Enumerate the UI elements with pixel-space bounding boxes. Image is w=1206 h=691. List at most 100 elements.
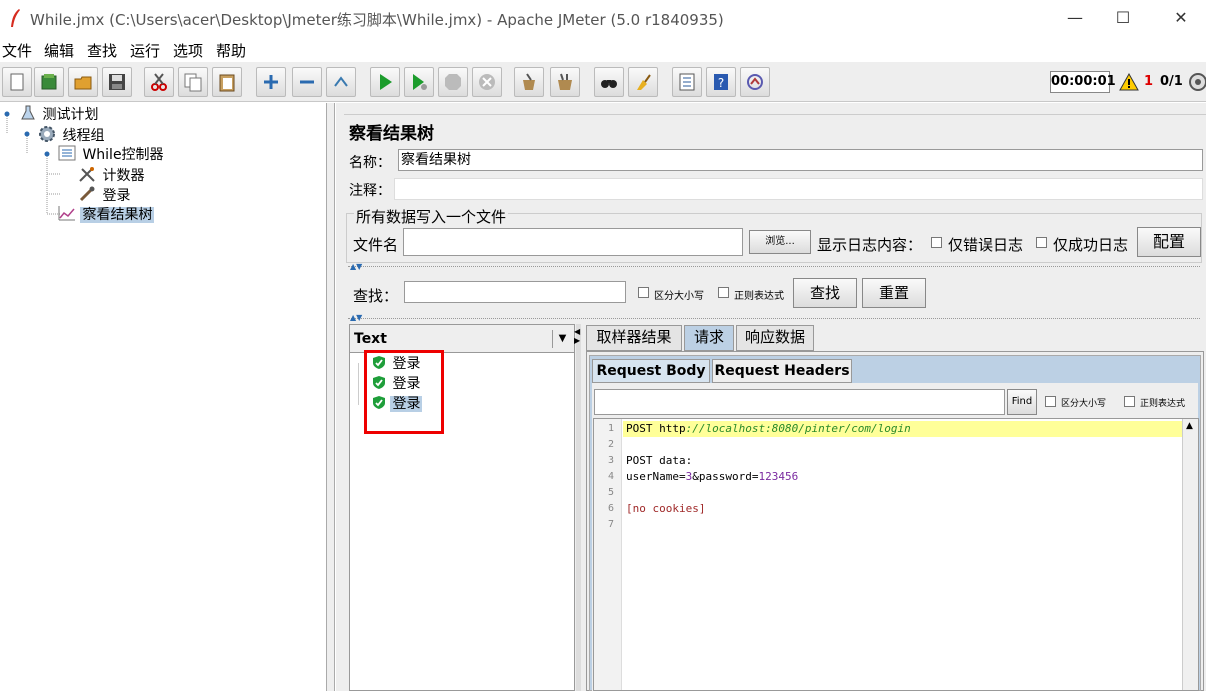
toggle-icon <box>334 76 348 87</box>
menu-bar: 文件 编辑 查找 运行 选项 帮助 <box>0 36 1206 62</box>
stop-icon <box>445 74 461 90</box>
clear-button[interactable] <box>514 67 544 97</box>
search-field[interactable] <box>404 281 626 303</box>
reset-button[interactable]: 重置 <box>862 278 926 308</box>
collapse-arrows-icon[interactable]: ▲▼ <box>350 262 362 271</box>
tree-node-test-plan[interactable]: 测试计划 <box>20 105 100 123</box>
errors-only-checkbox[interactable] <box>931 237 942 248</box>
clear-all-icon <box>558 73 572 90</box>
new-button[interactable] <box>2 67 32 97</box>
logger-button[interactable] <box>740 67 770 97</box>
copy-button[interactable] <box>178 67 208 97</box>
log-display-label: 显示日志内容： <box>817 236 923 254</box>
paste-button[interactable] <box>212 67 242 97</box>
stop-button[interactable] <box>438 67 468 97</box>
code-line-3: POST data: <box>626 454 693 467</box>
toggle-button[interactable] <box>326 67 356 97</box>
function-helper-icon <box>679 73 695 91</box>
minimize-button[interactable]: — <box>1052 6 1098 30</box>
menu-help[interactable]: 帮助 <box>216 40 246 61</box>
gear-icon[interactable] <box>1188 72 1206 92</box>
editor-scrollbar[interactable]: ▲ <box>1182 419 1198 690</box>
clear-all-button[interactable] <box>550 67 580 97</box>
find-button[interactable]: 查找 <box>793 278 857 308</box>
start-no-pause-button[interactable] <box>404 67 434 97</box>
section-divider[interactable] <box>348 266 1200 270</box>
pane-splitter[interactable] <box>326 103 335 691</box>
start-button[interactable] <box>370 67 400 97</box>
regex-label: 正则表达式 <box>734 291 784 302</box>
menu-options[interactable]: 选项 <box>173 40 203 61</box>
success-only-checkbox[interactable] <box>1036 237 1047 248</box>
search-label: 查找： <box>353 287 399 305</box>
panel-title: 察看结果树 <box>349 124 434 144</box>
tab-response-data[interactable]: 响应数据 <box>736 325 814 351</box>
renderer-value: Text <box>354 331 387 347</box>
editor-case-sensitive-checkbox[interactable] <box>1045 396 1056 407</box>
view-results-tree-panel: 察看结果树 名称： 察看结果树 注释： 所有数据写入一个文件 文件名 浏览...… <box>336 103 1206 691</box>
tree-node-counter[interactable]: 计数器 <box>78 165 146 184</box>
window-title: While.jmx (C:\Users\acer\Desktop\Jmeter练… <box>30 11 724 29</box>
tab-request-headers[interactable]: Request Headers <box>712 359 852 383</box>
templates-button[interactable] <box>34 67 64 97</box>
case-sensitive-checkbox[interactable] <box>638 287 649 298</box>
toolbar: ? 00:00:01 1 0/1 <box>0 62 1206 102</box>
wrench-icon <box>79 167 95 182</box>
regex-checkbox[interactable] <box>718 287 729 298</box>
line-number: 6 <box>607 503 614 514</box>
close-button[interactable]: ✕ <box>1158 6 1204 30</box>
paste-icon <box>219 74 235 92</box>
start-icon <box>380 74 392 90</box>
request-body-editor[interactable]: 1 2 3 4 5 6 7 POST http://localhost:8080… <box>593 418 1199 691</box>
menu-search[interactable]: 查找 <box>87 40 117 61</box>
flask-icon <box>21 105 35 120</box>
tree-node-label: 计数器 <box>102 168 145 184</box>
filename-field[interactable] <box>403 228 743 256</box>
file-section-title: 所有数据写入一个文件 <box>354 206 509 227</box>
scroll-up-icon[interactable]: ▲ <box>1186 421 1193 431</box>
expand-button[interactable] <box>256 67 286 97</box>
editor-search-field[interactable] <box>594 389 1005 415</box>
tree-node-thread-group[interactable]: 线程组 <box>38 125 106 144</box>
results-splitter[interactable] <box>576 324 581 691</box>
function-helper-button[interactable] <box>672 67 702 97</box>
editor-find-button[interactable]: Find <box>1007 389 1037 415</box>
tree-node-label: While控制器 <box>82 147 164 163</box>
cut-button[interactable] <box>144 67 174 97</box>
splitter-arrows-icon[interactable]: ◀ ▶ <box>574 327 580 345</box>
menu-edit[interactable]: 编辑 <box>44 40 74 61</box>
menu-run[interactable]: 运行 <box>130 40 160 61</box>
reset-search-button[interactable] <box>628 67 658 97</box>
editor-regex-checkbox[interactable] <box>1124 396 1135 407</box>
warning-count: 1 <box>1144 74 1154 89</box>
tab-request[interactable]: 请求 <box>684 325 734 351</box>
shutdown-button[interactable] <box>472 67 502 97</box>
tab-request-body[interactable]: Request Body <box>592 359 710 383</box>
tree-node-login-sampler[interactable]: 登录 <box>78 185 132 204</box>
collapse-arrows-icon[interactable]: ▲▼ <box>350 313 362 322</box>
search-button[interactable] <box>594 67 624 97</box>
browse-button[interactable]: 浏览... <box>749 230 811 254</box>
line-number: 2 <box>607 439 614 450</box>
section-divider[interactable] <box>348 318 1200 322</box>
thread-count: 0/1 <box>1160 74 1183 89</box>
configure-button[interactable]: 配置 <box>1137 227 1201 257</box>
menu-file[interactable]: 文件 <box>2 40 32 61</box>
help-button[interactable]: ? <box>706 67 736 97</box>
collapse-button[interactable] <box>292 67 322 97</box>
case-sensitive-label: 区分大小写 <box>654 291 704 302</box>
save-button[interactable] <box>102 67 132 97</box>
chevron-down-icon[interactable]: ▼ <box>552 330 572 348</box>
editor-regex-label: 正则表达式 <box>1140 399 1186 409</box>
open-button[interactable] <box>68 67 98 97</box>
name-field[interactable]: 察看结果树 <box>398 149 1203 171</box>
tree-node-view-results-tree[interactable]: 察看结果树 <box>58 205 155 223</box>
warning-icon[interactable] <box>1119 73 1139 91</box>
cut-icon <box>151 73 167 91</box>
tab-sampler-result[interactable]: 取样器结果 <box>586 325 682 351</box>
comment-field[interactable] <box>394 178 1203 200</box>
jmeter-feather-icon <box>11 9 20 27</box>
tree-node-while-controller[interactable]: While控制器 <box>58 145 166 163</box>
maximize-button[interactable]: ☐ <box>1100 6 1146 30</box>
renderer-select[interactable]: Text ▼ <box>350 325 574 353</box>
